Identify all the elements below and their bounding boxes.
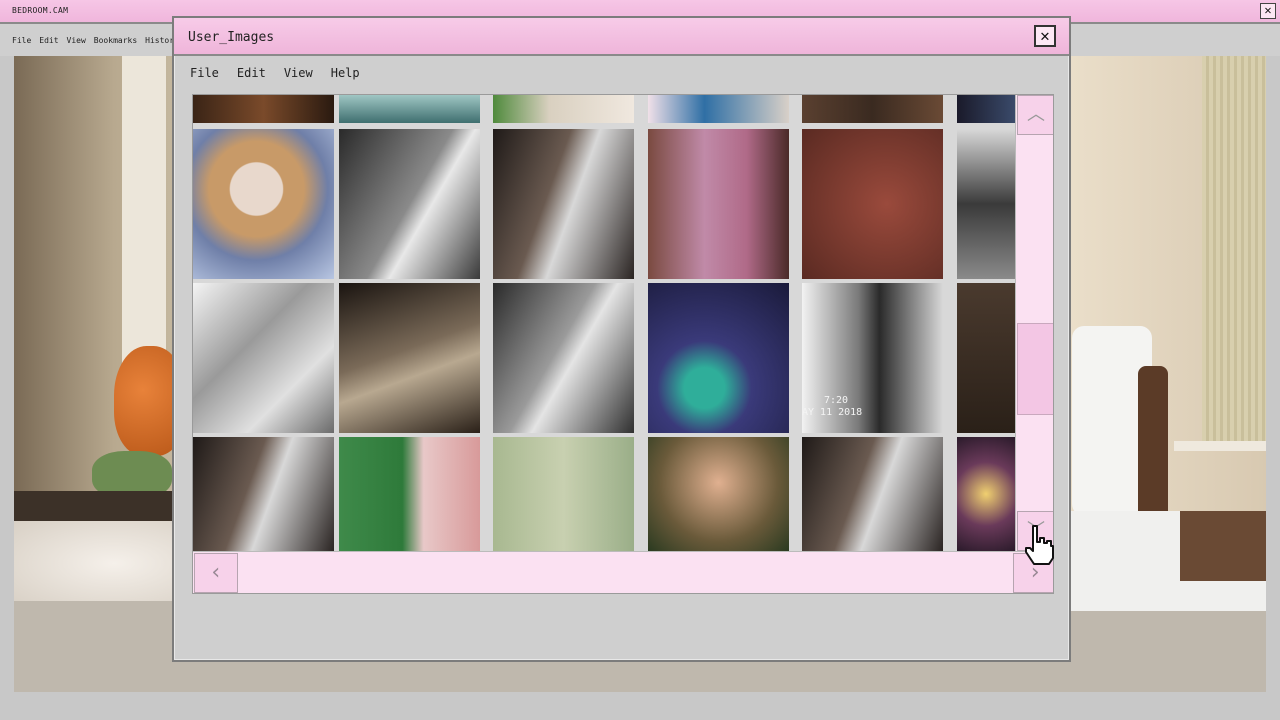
image-thumbnail[interactable] bbox=[193, 283, 334, 433]
image-thumbnail[interactable] bbox=[193, 95, 334, 123]
image-thumbnail[interactable] bbox=[193, 129, 334, 279]
image-thumbnail[interactable] bbox=[339, 437, 480, 551]
user-images-dialog: User_Images ✕ File Edit View Help 7:20 A… bbox=[172, 16, 1071, 662]
image-thumbnail[interactable] bbox=[802, 95, 943, 123]
chevron-left-icon[interactable]: ‹ bbox=[194, 553, 238, 593]
image-thumbnail[interactable] bbox=[493, 129, 634, 279]
image-thumbnail[interactable] bbox=[802, 129, 943, 279]
menu-edit[interactable]: Edit bbox=[237, 66, 266, 80]
image-thumbnail[interactable] bbox=[193, 437, 334, 551]
image-thumbnail[interactable] bbox=[648, 129, 789, 279]
vertical-scrollbar[interactable]: ︿ ﹀ bbox=[1015, 95, 1053, 593]
menu-view[interactable]: View bbox=[284, 66, 313, 80]
image-thumbnail[interactable] bbox=[957, 129, 1015, 279]
image-thumbnail[interactable] bbox=[493, 95, 634, 123]
menu-file[interactable]: File bbox=[190, 66, 219, 80]
image-thumbnail[interactable] bbox=[493, 437, 634, 551]
outer-menu-edit[interactable]: Edit bbox=[39, 36, 58, 45]
timestamp-date: AY 11 2018 bbox=[802, 407, 863, 418]
chevron-up-icon[interactable]: ︿ bbox=[1017, 95, 1053, 135]
image-thumbnail[interactable] bbox=[493, 283, 634, 433]
image-thumbnail[interactable] bbox=[802, 437, 943, 551]
dialog-title: User_Images bbox=[188, 30, 275, 45]
outer-menu-bookmarks[interactable]: Bookmarks bbox=[94, 36, 137, 45]
image-thumbnail[interactable] bbox=[648, 283, 789, 433]
image-thumbnail[interactable] bbox=[957, 437, 1015, 551]
timestamp-time: 7:20 bbox=[824, 395, 849, 406]
outer-window-title: BEDROOM.CAM bbox=[12, 6, 69, 15]
image-thumbnail[interactable] bbox=[339, 283, 480, 433]
image-thumbnail[interactable]: 7:20 AY 11 2018 bbox=[802, 283, 943, 433]
image-thumbnail[interactable] bbox=[648, 95, 789, 123]
image-grid-viewport: 7:20 AY 11 2018 ︿ ﹀ ‹ › bbox=[192, 94, 1054, 594]
image-thumbnail[interactable] bbox=[648, 437, 789, 551]
outer-close-icon[interactable]: ✕ bbox=[1260, 3, 1276, 19]
hand-cursor-icon bbox=[1025, 525, 1054, 565]
image-thumbnail[interactable] bbox=[957, 283, 1015, 433]
horizontal-scrollbar[interactable]: ‹ › bbox=[193, 551, 1053, 593]
image-thumbnail[interactable] bbox=[339, 95, 480, 123]
outer-menu-view[interactable]: View bbox=[67, 36, 86, 45]
menu-help[interactable]: Help bbox=[331, 66, 360, 80]
dialog-menubar: File Edit View Help bbox=[190, 66, 360, 80]
window-blind bbox=[1202, 56, 1266, 441]
image-thumbnail[interactable] bbox=[957, 95, 1015, 123]
outer-menu-file[interactable]: File bbox=[12, 36, 31, 45]
vertical-scroll-thumb[interactable] bbox=[1017, 323, 1053, 415]
close-icon[interactable]: ✕ bbox=[1034, 25, 1056, 47]
image-grid: 7:20 AY 11 2018 bbox=[193, 95, 1015, 551]
image-thumbnail[interactable] bbox=[339, 129, 480, 279]
dialog-titlebar[interactable]: User_Images ✕ bbox=[174, 18, 1069, 56]
